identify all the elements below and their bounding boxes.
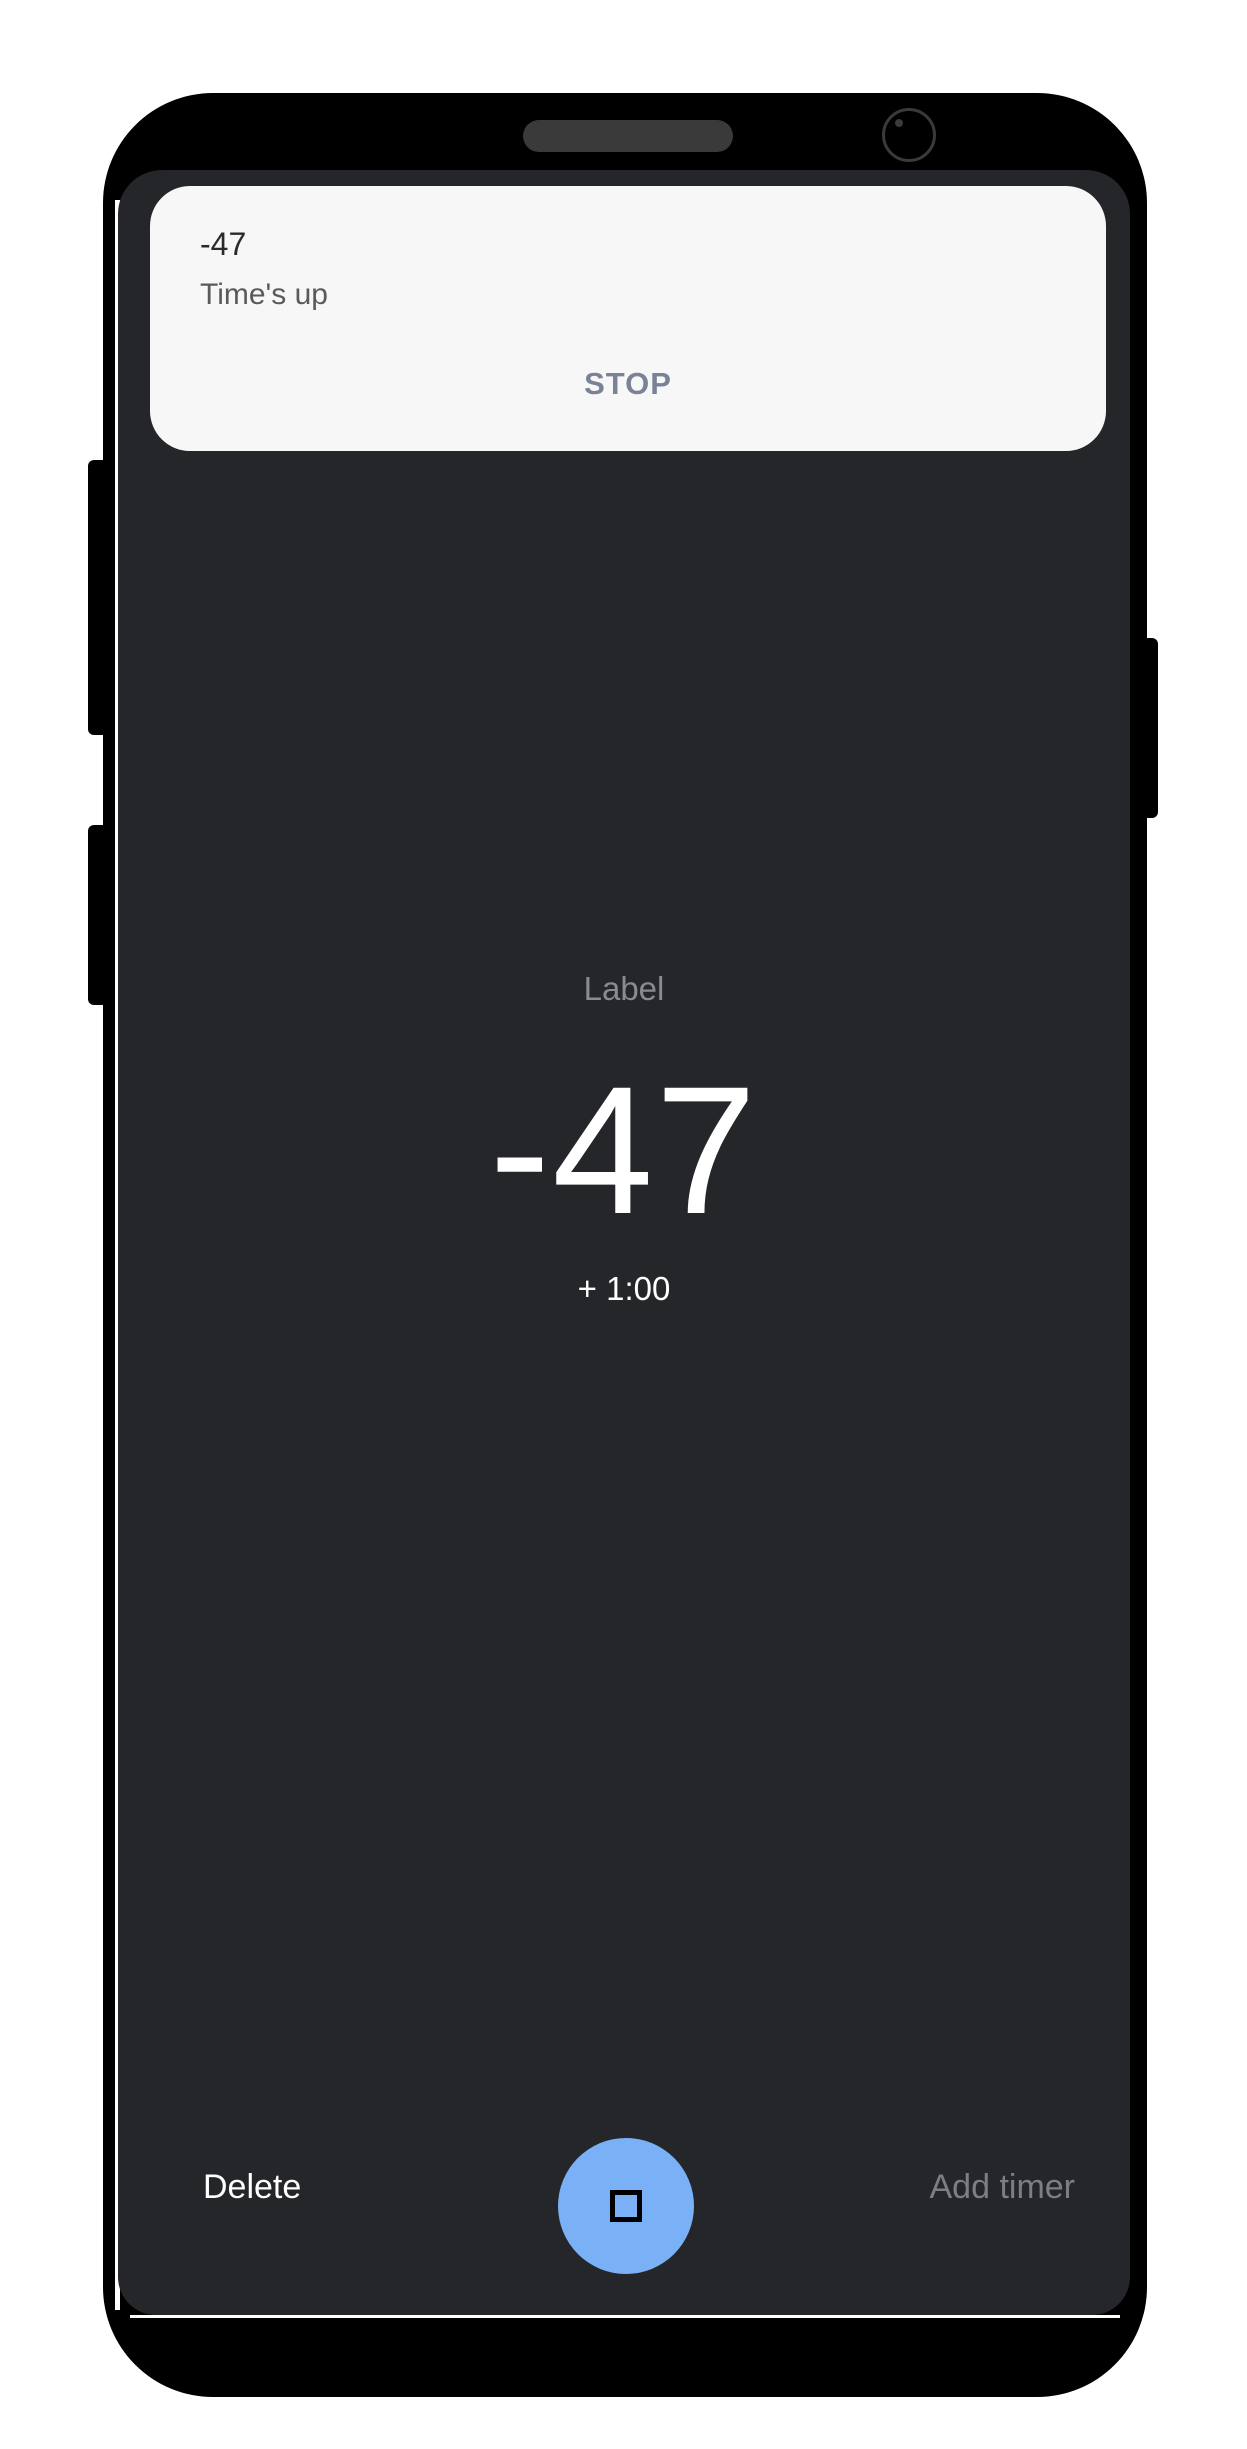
screen-bottom-edge	[130, 2315, 1120, 2318]
stop-timer-button[interactable]	[558, 2138, 694, 2274]
timer-value: -47	[489, 1048, 759, 1252]
add-minute-button[interactable]: + 1:00	[118, 1270, 1130, 1308]
notification-title: -47	[200, 226, 247, 262]
speaker-grille	[523, 120, 733, 152]
add-timer-button[interactable]: Add timer	[930, 2168, 1076, 2207]
delete-button[interactable]: Delete	[203, 2168, 301, 2207]
timer-label[interactable]: Label	[118, 970, 1130, 1008]
screen: -47 Time's up STOP Label -47 + 1:00 Dele…	[118, 170, 1130, 2315]
notification-stop-button[interactable]: STOP	[150, 366, 1106, 402]
notification-card[interactable]: -47 Time's up STOP	[150, 186, 1106, 451]
stop-icon	[610, 2190, 642, 2222]
camera-icon	[882, 108, 936, 162]
notification-text: Time's up	[200, 278, 328, 311]
